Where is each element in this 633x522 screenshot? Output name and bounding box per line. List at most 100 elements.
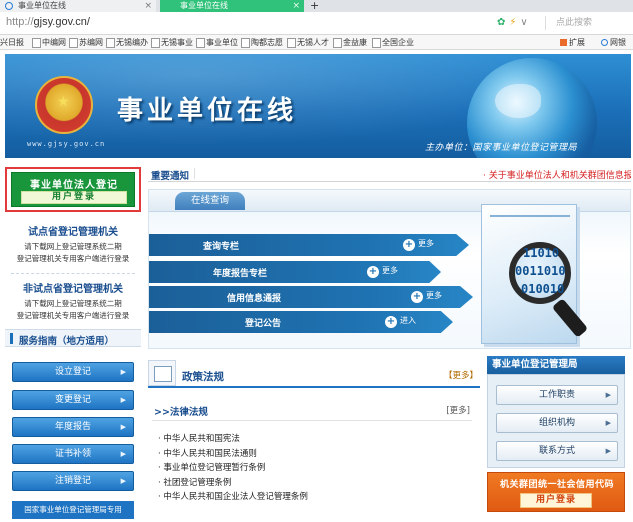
bureau-panel: 工作职责 ▶ 组织机构 ▶ 联系方式 ▶: [487, 374, 625, 468]
url-field[interactable]: http://gjsy.gov.cn/: [6, 16, 90, 28]
annual-report-button[interactable]: 年度报告 ▶: [12, 417, 134, 437]
bureau-header: 事业单位登记管理局: [487, 356, 625, 374]
divider: [152, 420, 472, 421]
bookmark-item[interactable]: 无锡编办: [105, 37, 148, 48]
new-tab-button[interactable]: +: [310, 0, 319, 12]
close-icon[interactable]: ×: [144, 0, 152, 12]
right-sidebar: 事业单位登记管理局 工作职责 ▶ 组织机构 ▶ 联系方式 ▶ 机关群团统一社会信用代码…: [487, 356, 625, 522]
pilot-province-block[interactable]: 试点省登记管理机关 请下载网上登记管理系统二期 登记管理机关专用客户端进行登录: [5, 223, 141, 265]
query-column-row[interactable]: 查询专栏 + 更多: [149, 234, 469, 256]
site-title: 事业单位在线: [117, 96, 298, 126]
compat-icon[interactable]: ✿: [497, 17, 505, 28]
host-organization: 主办单位：国家事业单位登记管理局: [425, 143, 578, 153]
binary-text: 010010: [521, 282, 565, 296]
more-link[interactable]: + 更多: [403, 238, 434, 251]
query-row-label: 信用信息通报: [227, 294, 282, 304]
user-login-button[interactable]: 用户登录: [21, 191, 127, 204]
notice-link[interactable]: · 关于事业单位法人和机关群团信息报: [483, 168, 631, 181]
url-host: gjsy.gov.cn/: [33, 16, 90, 28]
search-input[interactable]: 点此搜索: [545, 16, 633, 30]
chevron-down-icon[interactable]: ∨: [520, 17, 527, 28]
extensions-icon: [560, 39, 567, 46]
browser-tab-1[interactable]: 事业单位在线 ×: [0, 0, 156, 12]
bureau-button-label: 组织机构: [538, 418, 575, 428]
more-link[interactable]: + 更多: [367, 265, 398, 278]
arrow-right-icon: ▶: [120, 396, 126, 404]
law-item[interactable]: · 中华人民共和国宪法: [158, 432, 240, 444]
pilot-desc-2: 登记管理机关专用客户端进行登录: [16, 254, 130, 263]
laws-more-link[interactable]: [更多]: [446, 404, 470, 416]
bookmark-item[interactable]: 无锡人才: [286, 37, 329, 48]
arrow-right-icon: ▶: [605, 419, 611, 427]
arrow-right-icon: ▶: [120, 450, 126, 458]
legal-registration-login[interactable]: 事业单位法人登记 用户登录: [5, 167, 141, 212]
close-icon[interactable]: ×: [292, 0, 300, 12]
service-label: 证书补领: [54, 449, 91, 459]
non-pilot-title[interactable]: 非试点省登记管理机关: [5, 280, 141, 295]
plus-icon: +: [385, 316, 397, 328]
credit-login-button[interactable]: 用户登录: [520, 493, 592, 508]
address-bar: http://gjsy.gov.cn/ ✿ ⚡ ∨ 点此搜索: [0, 12, 633, 35]
arrow-right-icon: ▶: [120, 368, 126, 376]
duties-button[interactable]: 工作职责 ▶: [496, 385, 618, 405]
registration-notice-row[interactable]: 登记公告 + 进入: [149, 311, 453, 333]
plus-icon: +: [403, 239, 415, 251]
bookmark-item[interactable]: 陶都志愿: [240, 37, 283, 48]
pilot-desc-1: 请下载网上登记管理系统二期: [24, 242, 122, 251]
credit-notice-row[interactable]: 信用信息通报 + 更多: [149, 286, 473, 308]
policy-more-link[interactable]: 【更多】: [444, 369, 478, 381]
bookmark-item[interactable]: 苏编网: [68, 37, 103, 48]
service-guide-title: 服务指南（地方适用）: [19, 336, 115, 347]
bookmark-item[interactable]: 金益康: [332, 37, 367, 48]
law-item[interactable]: · 中华人民共和国民法通则: [158, 447, 257, 459]
more-link[interactable]: + 更多: [411, 290, 442, 303]
non-pilot-province-block[interactable]: 非试点省登记管理机关 请下载网上登记管理系统二期 登记管理机关专用客户端进行登录: [5, 280, 141, 322]
query-row-label: 查询专栏: [203, 242, 240, 252]
divider: [11, 273, 135, 274]
tab-online-query[interactable]: 在线查询: [175, 192, 245, 210]
extensions-label: 扩展: [569, 38, 585, 47]
pilot-title[interactable]: 试点省登记管理机关: [5, 223, 141, 238]
establish-registration-button[interactable]: 设立登记 ▶: [12, 362, 134, 382]
enter-link[interactable]: + 进入: [385, 315, 416, 328]
arrow-right-icon: ▶: [605, 447, 611, 455]
service-label: 年度报告: [54, 422, 91, 432]
service-label: 变更登记: [54, 395, 91, 405]
bookmark-item[interactable]: 事业单位: [195, 37, 238, 48]
more-label: 更多: [426, 291, 442, 300]
contact-button[interactable]: 联系方式 ▶: [496, 441, 618, 461]
bookmark-item[interactable]: 无锡事业: [150, 37, 193, 48]
online-query-panel: 在线查询 11010 0011010 010010 查询专栏 + 更多 年度报告专…: [148, 189, 631, 349]
tab-title: 事业单位在线: [180, 1, 228, 10]
extensions-button[interactable]: 扩展: [560, 37, 585, 48]
login-title: 事业单位法人登记: [30, 180, 118, 191]
net-bank-button[interactable]: 网银: [601, 37, 626, 48]
loading-icon: [5, 2, 13, 10]
cancel-registration-button[interactable]: 注销登记 ▶: [12, 471, 134, 491]
laws-heading[interactable]: >>法律法规: [154, 404, 208, 418]
browser-tab-2[interactable]: 事业单位在线 ×: [160, 0, 304, 12]
policy-title: 政策法规: [182, 371, 224, 383]
bolt-icon[interactable]: ⚡: [509, 17, 516, 28]
bureau-only-link[interactable]: 国家事业单位登记管理局专用: [12, 501, 134, 519]
organization-button[interactable]: 组织机构 ▶: [496, 413, 618, 433]
certificate-reissue-button[interactable]: 证书补领 ▶: [12, 444, 134, 464]
notice-label: 重要通知: [151, 171, 190, 182]
plus-icon: +: [367, 266, 379, 278]
policy-header: 政策法规 【更多】: [148, 360, 480, 388]
binary-text: 11010: [523, 246, 560, 260]
bookmark-item[interactable]: 全国企业: [371, 37, 414, 48]
service-label: 设立登记: [54, 367, 91, 377]
more-label: 更多: [418, 239, 434, 248]
annual-report-row[interactable]: 年度报告专栏 + 更多: [149, 261, 441, 283]
law-item[interactable]: · 事业单位登记管理暂行条例: [158, 461, 265, 473]
law-item[interactable]: · 社团登记管理条例: [158, 476, 231, 488]
change-registration-button[interactable]: 变更登记 ▶: [12, 390, 134, 410]
credit-code-login[interactable]: 机关群团统一社会信用代码 用户登录: [487, 472, 625, 512]
bookmark-item[interactable]: 兴日报: [0, 37, 24, 48]
service-label: 注销登记: [54, 476, 91, 486]
law-item[interactable]: · 中华人民共和国企业法人登记管理条例: [158, 490, 308, 502]
bureau-button-label: 联系方式: [538, 446, 575, 456]
bookmark-item[interactable]: 中编网: [31, 37, 66, 48]
left-sidebar: 事业单位法人登记 用户登录 试点省登记管理机关 请下载网上登记管理系统二期 登记…: [5, 163, 141, 522]
